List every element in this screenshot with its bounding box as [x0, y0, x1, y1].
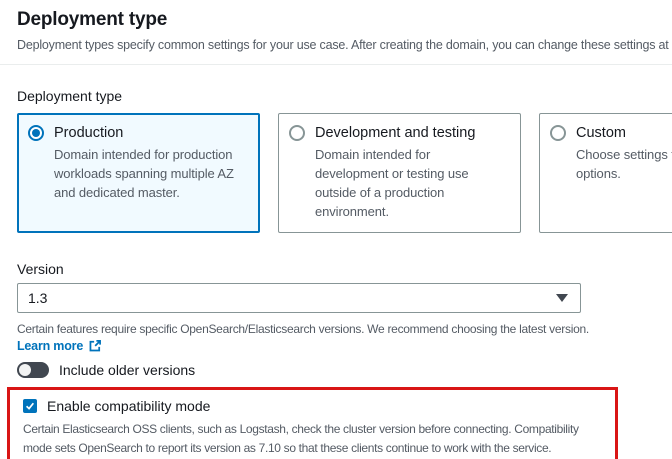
toggle-knob — [19, 364, 31, 376]
compatibility-checkbox[interactable] — [23, 398, 37, 413]
radio-card-production[interactable]: Production Domain intended for productio… — [17, 113, 260, 233]
radio-selected-icon[interactable] — [28, 125, 44, 141]
version-select-value: 1.3 — [28, 290, 48, 306]
compatibility-description: Certain Elasticsearch OSS clients, such … — [23, 422, 579, 455]
radio-card-custom[interactable]: Custom Choose settings for all available… — [539, 113, 672, 233]
section-divider — [0, 64, 672, 65]
card-head: Production — [28, 125, 247, 141]
compatibility-checkbox-row: Enable compatibility mode — [23, 396, 607, 415]
card-title: Production — [54, 125, 124, 141]
compatibility-checkbox-label: Enable compatibility mode — [47, 397, 211, 414]
external-link-icon — [89, 340, 102, 352]
card-description: Choose settings for all available option… — [576, 147, 672, 181]
page-title: Deployment type — [17, 9, 168, 30]
include-older-versions-label: Include older versions — [59, 362, 196, 378]
card-description: Domain intended for development or testi… — [315, 147, 469, 219]
form-content: Deployment type Production Domain intend… — [0, 88, 672, 459]
compatibility-highlight-box: Enable compatibility mode Certain Elasti… — [7, 387, 618, 459]
version-help-text: Certain features require specific OpenSe… — [17, 322, 589, 336]
learn-more-label: Learn more — [17, 339, 84, 353]
section-header: Deployment type Deployment types specify… — [0, 0, 672, 52]
include-older-versions-toggle[interactable] — [17, 362, 49, 378]
version-label: Version — [17, 261, 64, 277]
dropdown-caret-icon — [556, 294, 568, 302]
page-description: Deployment types specify common settings… — [17, 38, 672, 52]
deployment-type-panel: Deployment type Deployment types specify… — [0, 0, 672, 459]
radio-unselected-icon[interactable] — [550, 125, 566, 141]
version-learn-more-link[interactable]: Learn more — [17, 339, 102, 353]
radio-unselected-icon[interactable] — [289, 125, 305, 141]
card-title: Development and testing — [315, 125, 476, 141]
card-head: Development and testing — [289, 125, 508, 141]
card-title: Custom — [576, 125, 626, 141]
checkmark-icon — [25, 402, 35, 410]
version-select[interactable]: 1.3 — [17, 283, 581, 313]
card-head: Custom — [550, 125, 672, 141]
deployment-type-label: Deployment type — [17, 88, 123, 104]
card-description: Domain intended for production workloads… — [54, 147, 234, 200]
include-older-versions-row: Include older versions — [17, 362, 672, 378]
radio-card-development-testing[interactable]: Development and testing Domain intended … — [278, 113, 521, 233]
deployment-options: Production Domain intended for productio… — [17, 113, 672, 233]
